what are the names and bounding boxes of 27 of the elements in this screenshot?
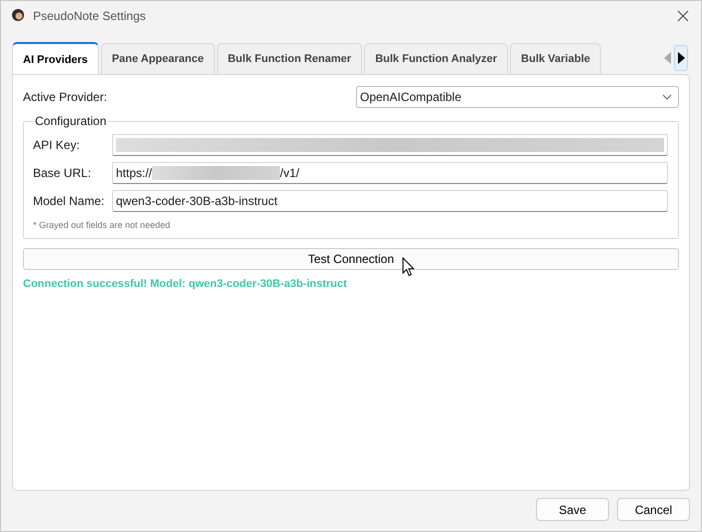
field-label: Active Provider:	[23, 90, 108, 104]
tab[interactable]: Bulk Function Renamer	[216, 43, 362, 74]
tab[interactable]: Pane Appearance	[100, 43, 215, 74]
tab[interactable]: Bulk Variable	[510, 43, 602, 74]
group-title: Configuration	[34, 114, 108, 128]
chevron-down-icon	[662, 94, 672, 100]
field-label: Base URL:	[33, 166, 92, 180]
test-connection-button[interactable]: Test Connection	[23, 248, 679, 270]
field-label: Model Name:	[33, 194, 106, 208]
input-field[interactable]: qwen3-coder-30B-a3b-instruct	[112, 190, 668, 212]
hint-text: * Grayed out fields are not needed	[33, 220, 172, 230]
pointer-cursor-icon	[402, 257, 415, 277]
close-icon[interactable]	[677, 10, 689, 22]
dialog-button[interactable]: Save	[536, 498, 609, 521]
status-message: Connection successful! Model: qwen3-coder-30B-a3b-instruct	[23, 278, 348, 290]
url-prefix: https://	[116, 166, 152, 180]
input-field[interactable]: https:// /v1/	[112, 162, 668, 184]
scroll-right-button[interactable]	[674, 44, 688, 70]
url-suffix: /v1/	[280, 166, 300, 180]
app-icon	[10, 8, 26, 24]
scroll-right-icon	[678, 52, 684, 64]
provider-dropdown[interactable]: OpenAICompatible	[356, 86, 679, 108]
dialog-button[interactable]: Cancel	[617, 498, 690, 521]
tab[interactable]: Bulk Function Analyzer	[364, 43, 508, 74]
tab[interactable]: AI Providers	[12, 42, 99, 74]
window-title: PseudoNote Settings	[33, 9, 147, 23]
field-label: API Key:	[33, 138, 81, 152]
